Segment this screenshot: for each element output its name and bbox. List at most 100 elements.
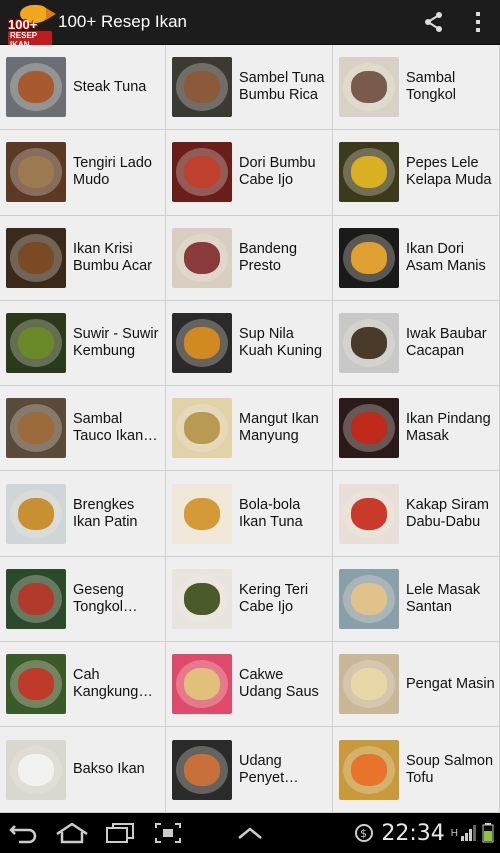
recipe-tile[interactable]: Kering Teri Cabe Ijo (166, 556, 333, 643)
recipe-tile[interactable]: Pepes Lele Kelapa Muda (333, 130, 500, 216)
recipe-title: Soup Salmon Tofu (406, 752, 494, 786)
recipe-title: Kering Teri Cabe Ijo (239, 581, 309, 615)
recipe-thumbnail (339, 227, 399, 288)
recipe-title: Pepes Lele Kelapa Muda (406, 155, 492, 189)
recipe-thumbnail (6, 227, 66, 288)
recipe-thumbnail (339, 739, 399, 800)
home-button[interactable] (48, 813, 96, 853)
recipe-title: Geseng Tongkol Kemangi (73, 581, 124, 615)
recipe-thumbnail (339, 483, 399, 544)
recipe-title: Iwak Baubar Cacapan (406, 326, 487, 360)
recipe-title: Cah Kangkung Ikan Asin (73, 667, 139, 701)
recipe-tile[interactable]: Pengat Masin (333, 642, 500, 728)
menu-button[interactable] (226, 813, 274, 853)
recipe-thumbnail (172, 483, 232, 544)
battery-icon (482, 823, 494, 843)
recipe-title: Cakwe Udang Saus (239, 667, 319, 701)
network-type-label: H (450, 827, 458, 839)
recipe-tile[interactable]: Lele Masak Santan (333, 556, 500, 643)
recipe-thumbnail (6, 654, 66, 715)
recipe-title: Ikan Krisi Bumbu Acar (73, 240, 152, 274)
recipe-tile[interactable]: Bandeng Presto (166, 215, 333, 301)
recipe-thumbnail (6, 568, 66, 629)
recipe-thumbnail (172, 654, 232, 715)
recipe-tile[interactable]: Soup Salmon Tofu (333, 727, 500, 813)
recipe-grid: Steak Tuna Sambel Tuna Bumbu Rica Sambal T… (0, 45, 500, 813)
recipe-thumbnail (6, 483, 66, 544)
recipe-title: Ikan Pindang Masak (406, 411, 491, 445)
recipe-tile[interactable]: Suwir - Suwir Kembung (0, 300, 166, 387)
recipe-title: Steak Tuna (73, 78, 147, 95)
recipe-tile[interactable]: Sambel Tuna Bumbu Rica (166, 45, 333, 131)
recipe-title: Dori Bumbu Cabe Ijo (239, 155, 316, 189)
recipe-title: Udang Penyet Sambal (239, 752, 285, 786)
share-button[interactable] (412, 0, 456, 45)
recipe-thumbnail (339, 654, 399, 715)
recipe-thumbnail (6, 313, 66, 374)
recipe-tile[interactable]: Sambal Tongkol (333, 45, 500, 131)
recipe-thumbnail (172, 398, 232, 459)
recipe-thumbnail (339, 142, 399, 203)
recipe-tile[interactable]: Iwak Baubar Cacapan (333, 300, 500, 387)
overflow-menu-button[interactable] (456, 0, 500, 45)
recipe-tile[interactable]: Bola-bola Ikan Tuna (166, 471, 333, 557)
recent-apps-button[interactable] (96, 813, 144, 853)
recipe-tile[interactable]: Mangut Ikan Manyung (166, 386, 333, 472)
back-icon (9, 825, 37, 844)
recipe-tile[interactable]: Dori Bumbu Cabe Ijo (166, 130, 333, 216)
recipe-title: Ikan Dori Asam Manis (406, 240, 486, 274)
recipe-thumbnail (172, 739, 232, 800)
action-bar: 100+ RESEP IKAN 100+ Resep Ikan (0, 0, 500, 49)
logo-number: 100+ (8, 17, 38, 32)
no-sim-icon: $ (355, 824, 374, 842)
back-button[interactable] (0, 813, 48, 853)
recipe-thumbnail (172, 57, 232, 118)
recipe-thumbnail (339, 568, 399, 629)
recipe-title: Suwir - Suwir Kembung (73, 326, 159, 360)
recipe-tile[interactable]: Cakwe Udang Saus (166, 642, 333, 728)
recipe-tile[interactable]: Geseng Tongkol Kemangi (0, 556, 166, 643)
recipe-thumbnail (6, 142, 66, 203)
recipe-tile[interactable]: Steak Tuna (0, 45, 166, 131)
overflow-menu-icon (476, 12, 480, 32)
recipe-title: Sambal Tauco Ikan Tongkol (73, 411, 144, 445)
signal-icon (461, 825, 476, 841)
app-title: 100+ Resep Ikan (58, 12, 188, 31)
recipe-tile[interactable]: Sambal Tauco Ikan Tongkol (0, 386, 166, 472)
recipe-tile[interactable]: Ikan Dori Asam Manis (333, 215, 500, 301)
clock: 22:34 (381, 820, 445, 846)
recipe-title: Lele Masak Santan (406, 581, 481, 615)
recipe-title: Sup Nila Kuah Kuning (239, 326, 323, 360)
screenshot-button[interactable] (144, 813, 192, 853)
recipe-title: Sambel Tuna Bumbu Rica (239, 70, 325, 104)
app-logo[interactable]: 100+ RESEP IKAN (6, 1, 56, 49)
recipe-title: Kakap Siram Dabu-Dabu (406, 496, 490, 530)
svg-text:$: $ (360, 827, 367, 840)
recipe-tile[interactable]: Kakap Siram Dabu-Dabu (333, 471, 500, 557)
recipe-tile[interactable]: Bakso Ikan (0, 727, 166, 813)
recipe-title: Mangut Ikan Manyung (239, 411, 319, 445)
recipe-thumbnail (172, 142, 232, 203)
recipe-tile[interactable]: Ikan Krisi Bumbu Acar (0, 215, 166, 301)
recipe-title: Sambal Tongkol (406, 70, 456, 104)
status-area[interactable]: $ 22:34 H (353, 821, 494, 846)
recipe-thumbnail (6, 57, 66, 118)
recipe-tile[interactable]: Ikan Pindang Masak (333, 386, 500, 472)
recipe-thumbnail (172, 313, 232, 374)
screenshot-icon (155, 823, 181, 843)
recipe-tile[interactable]: Udang Penyet Sambal (166, 727, 333, 813)
recipe-title: Brengkes Ikan Patin (73, 496, 138, 530)
recipe-tile[interactable]: Cah Kangkung Ikan Asin (0, 642, 166, 728)
recipe-thumbnail (172, 227, 232, 288)
recipe-thumbnail (339, 398, 399, 459)
menu-up-icon (238, 827, 262, 839)
recipe-tile[interactable]: Sup Nila Kuah Kuning (166, 300, 333, 387)
recipe-tile[interactable]: Brengkes Ikan Patin (0, 471, 166, 557)
recipe-thumbnail (6, 398, 66, 459)
recipe-tile[interactable]: Tengiri Lado Mudo (0, 130, 166, 216)
recipe-thumbnail (172, 568, 232, 629)
share-icon (425, 12, 442, 32)
recipe-title: Bandeng Presto (239, 240, 298, 274)
system-navigation-bar: $ 22:34 H (0, 813, 500, 853)
recipe-title: Bakso Ikan (73, 761, 145, 778)
